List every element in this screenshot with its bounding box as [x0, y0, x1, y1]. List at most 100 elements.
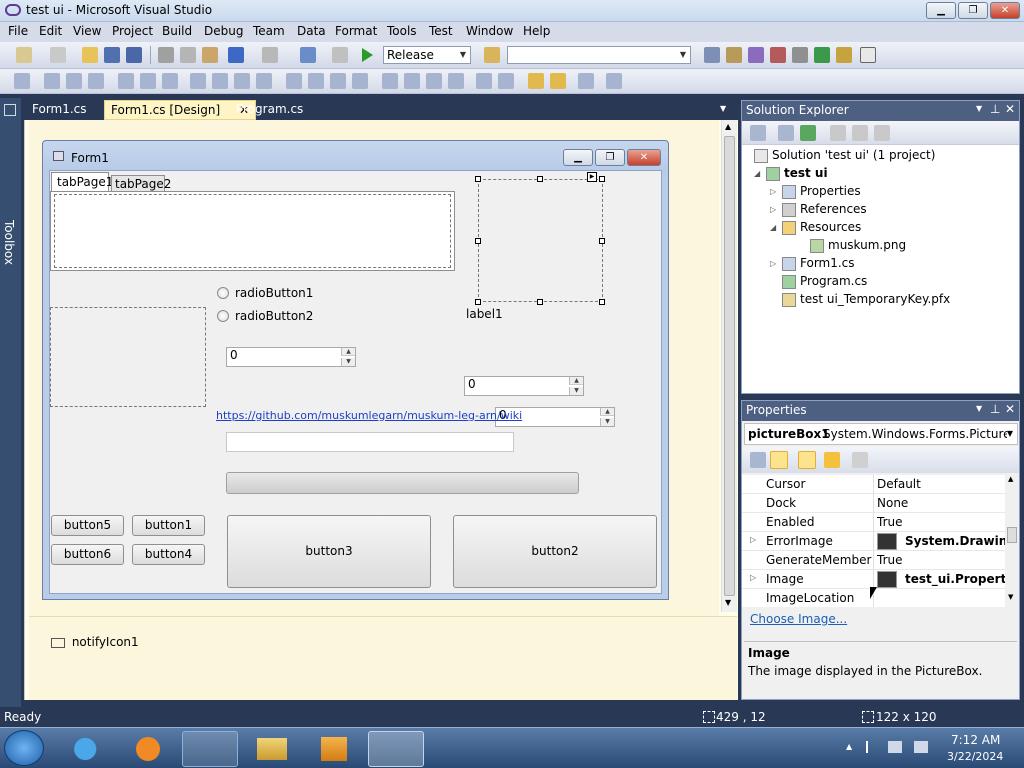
resize-handle[interactable]: [475, 238, 481, 244]
flag-icon[interactable]: [866, 741, 878, 753]
scroll-thumb[interactable]: [1007, 527, 1017, 543]
menu-build[interactable]: Build: [162, 24, 192, 38]
increase-vertical-spacing-icon[interactable]: [404, 73, 420, 89]
minimize-button[interactable]: ▁: [926, 2, 956, 19]
spin-down-icon[interactable]: ▼: [341, 358, 355, 366]
start-page-icon[interactable]: [814, 47, 830, 63]
button6[interactable]: button6: [51, 544, 124, 565]
find-combo[interactable]: ▼: [507, 46, 691, 64]
toolbox-icon[interactable]: [770, 47, 786, 63]
menu-data[interactable]: Data: [297, 24, 326, 38]
tab-control[interactable]: tabPage1 tabPage2: [50, 172, 455, 272]
button3[interactable]: button3: [227, 515, 431, 588]
radio-button2-circle[interactable]: [217, 310, 229, 322]
volume-muted-icon[interactable]: [914, 741, 928, 753]
tools-icon[interactable]: [792, 47, 808, 63]
center-horizontally-icon[interactable]: [476, 73, 492, 89]
close-button[interactable]: ✕: [990, 2, 1020, 19]
expand-arrow-icon[interactable]: ▷: [770, 255, 782, 273]
button2[interactable]: button2: [453, 515, 657, 588]
internet-explorer-icon[interactable]: [60, 731, 116, 767]
expand-arrow-icon[interactable]: ▷: [750, 535, 756, 544]
alphabetical-icon[interactable]: [770, 451, 788, 469]
resize-handle[interactable]: [599, 238, 605, 244]
start-debugging-icon[interactable]: [362, 48, 373, 62]
undo-icon[interactable]: [228, 47, 244, 63]
button1[interactable]: button1: [132, 515, 205, 536]
expand-arrow-icon[interactable]: ▷: [770, 201, 782, 219]
save-all-icon[interactable]: [126, 47, 142, 63]
remove-horizontal-spacing-icon[interactable]: [352, 73, 368, 89]
tree-form1-cs[interactable]: ▷ Form1.cs: [770, 254, 855, 272]
pin-icon[interactable]: ⊥: [990, 102, 1000, 116]
form-maximize-button[interactable]: ❐: [595, 149, 625, 166]
notify-icon-component[interactable]: notifyIcon1: [51, 635, 139, 649]
solution-configuration-dropdown[interactable]: Release ▼: [383, 46, 471, 64]
property-value[interactable]: test_ui.Properties: [905, 572, 1005, 586]
properties-icon[interactable]: [750, 125, 766, 141]
menu-help[interactable]: Help: [523, 24, 550, 38]
menu-project[interactable]: Project: [112, 24, 153, 38]
menu-tools[interactable]: Tools: [387, 24, 417, 38]
property-value[interactable]: System.Drawing.: [905, 534, 1005, 548]
close-icon[interactable]: ✕: [1005, 402, 1015, 416]
button4[interactable]: button4: [132, 544, 205, 565]
refresh-icon[interactable]: [800, 125, 816, 141]
spin-down-icon[interactable]: ▼: [600, 418, 614, 426]
pin-icon[interactable]: ⊥: [990, 402, 1000, 416]
tab-program-cs[interactable]: Program.cs: [230, 100, 309, 120]
scroll-down-icon[interactable]: ▼: [1008, 593, 1013, 601]
tree-temporary-key[interactable]: test ui_TemporaryKey.pfx: [782, 290, 950, 308]
add-item-icon[interactable]: [50, 47, 66, 63]
align-centers-icon[interactable]: [66, 73, 82, 89]
make-same-size-icon[interactable]: [256, 73, 272, 89]
clock-time[interactable]: 7:12 AM: [951, 733, 1000, 747]
scroll-up-icon[interactable]: ▲: [1008, 475, 1013, 483]
view-designer-icon[interactable]: [852, 125, 868, 141]
decrease-horizontal-spacing-icon[interactable]: [330, 73, 346, 89]
menu-test[interactable]: Test: [429, 24, 453, 38]
choose-image-link[interactable]: Choose Image...: [750, 612, 847, 626]
tree-muskum-png[interactable]: muskum.png: [810, 236, 906, 254]
toolbox-tab[interactable]: Toolbox: [0, 98, 21, 708]
spin-up-icon[interactable]: ▲: [341, 348, 355, 356]
close-icon[interactable]: ✕: [1005, 102, 1015, 116]
save-icon[interactable]: [104, 47, 120, 63]
send-to-back-icon[interactable]: [550, 73, 566, 89]
cut-icon[interactable]: [158, 47, 174, 63]
tray-expand-icon[interactable]: ▲: [846, 742, 852, 751]
property-value[interactable]: None: [877, 496, 1004, 510]
new-project-icon[interactable]: [16, 47, 32, 63]
property-value[interactable]: True: [877, 515, 1004, 529]
decrease-vertical-spacing-icon[interactable]: [426, 73, 442, 89]
make-same-height-icon[interactable]: [234, 73, 250, 89]
align-lefts-icon[interactable]: [44, 73, 60, 89]
numeric-up-down2[interactable]: 0 ▲ ▼: [464, 376, 584, 396]
menu-view[interactable]: View: [73, 24, 101, 38]
tab-page2-header[interactable]: tabPage2: [111, 175, 171, 192]
lock-controls-icon[interactable]: [606, 73, 622, 89]
tree-program-cs[interactable]: Program.cs: [782, 272, 867, 290]
radio-button1-circle[interactable]: [217, 287, 229, 299]
resize-handle[interactable]: [537, 299, 543, 305]
center-vertically-icon[interactable]: [498, 73, 514, 89]
solution-explorer-icon[interactable]: [704, 47, 720, 63]
resize-handle[interactable]: [475, 176, 481, 182]
scroll-up-icon[interactable]: ▲: [725, 122, 731, 131]
designer-vertical-scrollbar[interactable]: ▲ ▼: [721, 120, 737, 612]
expand-arrow-icon[interactable]: ▷: [750, 573, 756, 582]
vertical-spacing-icon[interactable]: [382, 73, 398, 89]
object-selector-dropdown[interactable]: pictureBox1 System.Windows.Forms.Picture…: [744, 423, 1018, 445]
menu-debug[interactable]: Debug: [204, 24, 243, 38]
clock-date[interactable]: 3/22/2024: [947, 750, 1003, 763]
property-pages-icon[interactable]: [852, 452, 868, 468]
collapse-arrow-icon[interactable]: ◢: [754, 165, 766, 183]
panel1[interactable]: [50, 307, 206, 407]
object-browser-icon[interactable]: [748, 47, 764, 63]
file-explorer-icon[interactable]: [244, 731, 300, 767]
bring-to-front-icon[interactable]: [528, 73, 544, 89]
radio-button1-label[interactable]: radioButton1: [235, 286, 313, 300]
property-row-cursor[interactable]: Cursor Default: [742, 475, 1005, 494]
tab-page1-header[interactable]: tabPage1: [51, 172, 113, 192]
firefox-icon[interactable]: [120, 731, 176, 767]
